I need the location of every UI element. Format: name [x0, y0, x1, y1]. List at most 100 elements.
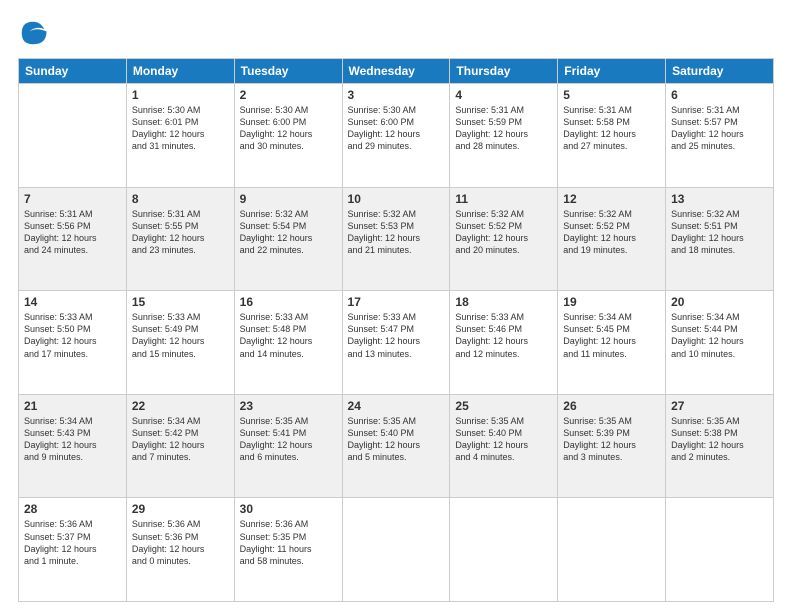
day-number: 22 [132, 399, 229, 413]
calendar-cell: 9 Sunrise: 5:32 AM Sunset: 5:54 PM Daylig… [234, 187, 342, 291]
calendar-cell: 27 Sunrise: 5:35 AM Sunset: 5:38 PM Dayli… [666, 394, 774, 498]
calendar-cell: 14 Sunrise: 5:33 AM Sunset: 5:50 PM Dayli… [19, 291, 127, 395]
calendar-cell: 4 Sunrise: 5:31 AM Sunset: 5:59 PM Daylig… [450, 84, 558, 188]
day-number: 15 [132, 295, 229, 309]
calendar-cell: 24 Sunrise: 5:35 AM Sunset: 5:40 PM Dayli… [342, 394, 450, 498]
day-number: 4 [455, 88, 552, 102]
day-info: Sunrise: 5:33 AM Sunset: 5:49 PM Dayligh… [132, 311, 229, 360]
day-number: 20 [671, 295, 768, 309]
day-number: 2 [240, 88, 337, 102]
day-number: 21 [24, 399, 121, 413]
header-cell-wednesday: Wednesday [342, 59, 450, 84]
day-number: 30 [240, 502, 337, 516]
day-info: Sunrise: 5:35 AM Sunset: 5:40 PM Dayligh… [348, 415, 445, 464]
day-info: Sunrise: 5:36 AM Sunset: 5:37 PM Dayligh… [24, 518, 121, 567]
day-info: Sunrise: 5:32 AM Sunset: 5:53 PM Dayligh… [348, 208, 445, 257]
day-info: Sunrise: 5:32 AM Sunset: 5:54 PM Dayligh… [240, 208, 337, 257]
calendar-cell: 5 Sunrise: 5:31 AM Sunset: 5:58 PM Daylig… [558, 84, 666, 188]
week-row-0: 1 Sunrise: 5:30 AM Sunset: 6:01 PM Daylig… [19, 84, 774, 188]
day-info: Sunrise: 5:35 AM Sunset: 5:38 PM Dayligh… [671, 415, 768, 464]
header [18, 18, 774, 48]
calendar-cell: 26 Sunrise: 5:35 AM Sunset: 5:39 PM Dayli… [558, 394, 666, 498]
day-number: 12 [563, 192, 660, 206]
day-number: 5 [563, 88, 660, 102]
logo-icon [18, 18, 48, 48]
day-number: 17 [348, 295, 445, 309]
day-info: Sunrise: 5:31 AM Sunset: 5:57 PM Dayligh… [671, 104, 768, 153]
day-number: 29 [132, 502, 229, 516]
day-number: 16 [240, 295, 337, 309]
calendar-cell: 7 Sunrise: 5:31 AM Sunset: 5:56 PM Daylig… [19, 187, 127, 291]
calendar-cell: 10 Sunrise: 5:32 AM Sunset: 5:53 PM Dayli… [342, 187, 450, 291]
day-info: Sunrise: 5:36 AM Sunset: 5:35 PM Dayligh… [240, 518, 337, 567]
calendar-cell: 12 Sunrise: 5:32 AM Sunset: 5:52 PM Dayli… [558, 187, 666, 291]
calendar-cell: 22Sunrise: 5:34 AM Sunset: 5:42 PM Dayli… [126, 394, 234, 498]
day-info: Sunrise: 5:30 AM Sunset: 6:01 PM Dayligh… [132, 104, 229, 153]
day-number: 11 [455, 192, 552, 206]
day-info: Sunrise: 5:32 AM Sunset: 5:52 PM Dayligh… [455, 208, 552, 257]
day-number: 9 [240, 192, 337, 206]
calendar-cell: 8 Sunrise: 5:31 AM Sunset: 5:55 PM Daylig… [126, 187, 234, 291]
calendar-cell: 16 Sunrise: 5:33 AM Sunset: 5:48 PM Dayli… [234, 291, 342, 395]
week-row-2: 14 Sunrise: 5:33 AM Sunset: 5:50 PM Dayli… [19, 291, 774, 395]
calendar-cell: 20 Sunrise: 5:34 AM Sunset: 5:44 PM Dayli… [666, 291, 774, 395]
day-number: 13 [671, 192, 768, 206]
day-info: Sunrise: 5:35 AM Sunset: 5:39 PM Dayligh… [563, 415, 660, 464]
day-info: Sunrise: 5:31 AM Sunset: 5:59 PM Dayligh… [455, 104, 552, 153]
day-info: Sunrise: 5:31 AM Sunset: 5:56 PM Dayligh… [24, 208, 121, 257]
day-info: Sunrise: 5:33 AM Sunset: 5:47 PM Dayligh… [348, 311, 445, 360]
day-number: 6 [671, 88, 768, 102]
calendar-cell: 28Sunrise: 5:36 AM Sunset: 5:37 PM Dayli… [19, 498, 127, 602]
day-number: 10 [348, 192, 445, 206]
header-cell-friday: Friday [558, 59, 666, 84]
header-cell-saturday: Saturday [666, 59, 774, 84]
logo [18, 18, 52, 48]
day-info: Sunrise: 5:34 AM Sunset: 5:43 PM Dayligh… [24, 415, 121, 464]
calendar-cell: 21 Sunrise: 5:34 AM Sunset: 5:43 PM Dayli… [19, 394, 127, 498]
calendar-cell [450, 498, 558, 602]
day-info: Sunrise: 5:33 AM Sunset: 5:48 PM Dayligh… [240, 311, 337, 360]
day-info: Sunrise: 5:35 AM Sunset: 5:40 PM Dayligh… [455, 415, 552, 464]
day-info: Sunrise: 5:34 AM Sunset: 5:44 PM Dayligh… [671, 311, 768, 360]
day-info: Sunrise: 5:33 AM Sunset: 5:50 PM Dayligh… [24, 311, 121, 360]
calendar-cell: 15 Sunrise: 5:33 AM Sunset: 5:49 PM Dayli… [126, 291, 234, 395]
calendar-cell: 13 Sunrise: 5:32 AM Sunset: 5:51 PM Dayli… [666, 187, 774, 291]
calendar-cell: 30 Sunrise: 5:36 AM Sunset: 5:35 PM Dayli… [234, 498, 342, 602]
day-number: 23 [240, 399, 337, 413]
day-info: Sunrise: 5:32 AM Sunset: 5:51 PM Dayligh… [671, 208, 768, 257]
calendar-body: 1 Sunrise: 5:30 AM Sunset: 6:01 PM Daylig… [19, 84, 774, 602]
calendar-cell [19, 84, 127, 188]
day-number: 3 [348, 88, 445, 102]
week-row-1: 7 Sunrise: 5:31 AM Sunset: 5:56 PM Daylig… [19, 187, 774, 291]
header-cell-monday: Monday [126, 59, 234, 84]
day-info: Sunrise: 5:31 AM Sunset: 5:55 PM Dayligh… [132, 208, 229, 257]
day-info: Sunrise: 5:30 AM Sunset: 6:00 PM Dayligh… [348, 104, 445, 153]
calendar-header-row: SundayMondayTuesdayWednesdayThursdayFrid… [19, 59, 774, 84]
day-number: 7 [24, 192, 121, 206]
day-number: 18 [455, 295, 552, 309]
day-number: 8 [132, 192, 229, 206]
week-row-4: 28Sunrise: 5:36 AM Sunset: 5:37 PM Dayli… [19, 498, 774, 602]
day-info: Sunrise: 5:35 AM Sunset: 5:41 PM Dayligh… [240, 415, 337, 464]
day-number: 1 [132, 88, 229, 102]
calendar-cell: 3 Sunrise: 5:30 AM Sunset: 6:00 PM Daylig… [342, 84, 450, 188]
page: SundayMondayTuesdayWednesdayThursdayFrid… [0, 0, 792, 612]
calendar-cell: 2 Sunrise: 5:30 AM Sunset: 6:00 PM Daylig… [234, 84, 342, 188]
calendar-cell: 18 Sunrise: 5:33 AM Sunset: 5:46 PM Dayli… [450, 291, 558, 395]
day-info: Sunrise: 5:30 AM Sunset: 6:00 PM Dayligh… [240, 104, 337, 153]
day-number: 25 [455, 399, 552, 413]
day-info: Sunrise: 5:31 AM Sunset: 5:58 PM Dayligh… [563, 104, 660, 153]
day-number: 14 [24, 295, 121, 309]
day-number: 19 [563, 295, 660, 309]
header-cell-thursday: Thursday [450, 59, 558, 84]
week-row-3: 21 Sunrise: 5:34 AM Sunset: 5:43 PM Dayli… [19, 394, 774, 498]
calendar-cell: 29Sunrise: 5:36 AM Sunset: 5:36 PM Dayli… [126, 498, 234, 602]
calendar-cell: 1 Sunrise: 5:30 AM Sunset: 6:01 PM Daylig… [126, 84, 234, 188]
calendar-cell [558, 498, 666, 602]
day-info: Sunrise: 5:33 AM Sunset: 5:46 PM Dayligh… [455, 311, 552, 360]
day-number: 26 [563, 399, 660, 413]
day-number: 24 [348, 399, 445, 413]
day-info: Sunrise: 5:32 AM Sunset: 5:52 PM Dayligh… [563, 208, 660, 257]
day-number: 27 [671, 399, 768, 413]
calendar-cell: 17 Sunrise: 5:33 AM Sunset: 5:47 PM Dayli… [342, 291, 450, 395]
